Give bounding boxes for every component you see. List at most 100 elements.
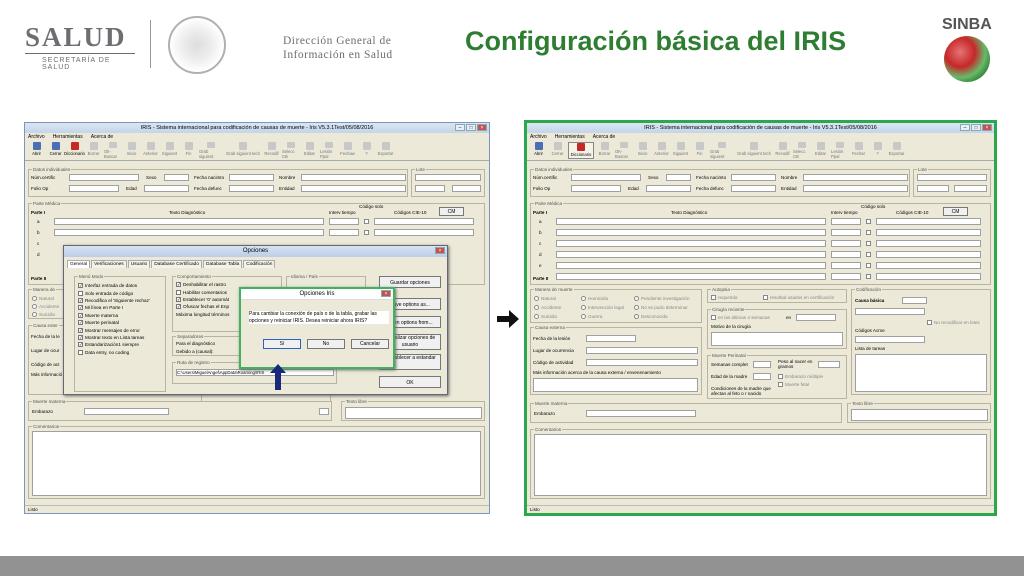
embarazo-spin[interactable] bbox=[319, 408, 329, 415]
menu-herramientas-right[interactable]: Herramientas bbox=[555, 133, 585, 141]
tool-help-r[interactable]: ? bbox=[869, 142, 886, 159]
tool-abrir[interactable]: Abrir bbox=[28, 142, 45, 159]
tool-grab-siguiente[interactable]: Grab siguient bbox=[199, 142, 223, 159]
maximize-button[interactable]: □ bbox=[466, 124, 476, 131]
tool-abrir-r[interactable]: Abrir bbox=[530, 142, 547, 159]
cm-button-r[interactable]: CM bbox=[943, 207, 968, 216]
comp-item-0[interactable]: ✓ Deshabilitar el rastro bbox=[176, 281, 229, 288]
menu-acerca[interactable]: Acerca de bbox=[91, 133, 114, 141]
cie-p2-r[interactable] bbox=[876, 273, 981, 280]
lista-tareas-field-r[interactable] bbox=[855, 354, 987, 392]
cirugia-check-r[interactable] bbox=[711, 315, 716, 320]
num-cert-field-r[interactable] bbox=[571, 174, 641, 181]
radio-accidente[interactable] bbox=[32, 304, 37, 309]
tool-recodif[interactable]: Recodif bbox=[263, 142, 280, 159]
modo-item-9[interactable]: Data entry, no coding bbox=[78, 349, 150, 356]
diag-b-field-r[interactable] bbox=[556, 229, 826, 236]
diag-d-field-r[interactable] bbox=[556, 251, 826, 258]
edad-field-r[interactable] bbox=[646, 185, 691, 192]
lote-field-2-r[interactable] bbox=[917, 185, 949, 192]
lote-field-r[interactable] bbox=[917, 174, 987, 181]
edad-field[interactable] bbox=[144, 185, 189, 192]
resultado-check-r[interactable] bbox=[763, 295, 768, 300]
cie-a-field[interactable] bbox=[374, 218, 474, 225]
modo-item-2[interactable]: ✓ Recodifica el 'Siguiente rechaz' bbox=[78, 297, 150, 304]
tab-codificacion[interactable]: Codificación bbox=[243, 260, 276, 268]
codigo-solo-c-r[interactable] bbox=[866, 241, 871, 246]
embarazo-select-r[interactable] bbox=[586, 410, 696, 417]
diag-c-field-r[interactable] bbox=[556, 240, 826, 247]
tool-fin-r[interactable]: Fin bbox=[691, 142, 708, 159]
sexo-field[interactable] bbox=[164, 174, 189, 181]
embarazo-mult-check-r[interactable] bbox=[778, 374, 783, 379]
tool-cerrar[interactable]: Cerrar bbox=[47, 142, 64, 159]
radio-suicidio[interactable] bbox=[32, 312, 37, 317]
maximize-button-right[interactable]: □ bbox=[971, 124, 981, 131]
tool-grab-tech[interactable]: Grab siguient tech bbox=[225, 142, 261, 159]
lugar-select-r[interactable] bbox=[586, 347, 698, 354]
close-button-right[interactable]: × bbox=[982, 124, 992, 131]
confirm-close-button[interactable]: × bbox=[381, 290, 391, 297]
tool-siguiente-r[interactable]: Siguient bbox=[672, 142, 689, 159]
edad-madre-field-r[interactable] bbox=[753, 373, 771, 380]
interv-e-r[interactable] bbox=[831, 262, 861, 269]
embarazo-select[interactable] bbox=[84, 408, 169, 415]
codigo-solo-d-r[interactable] bbox=[866, 252, 871, 257]
tool-fechar[interactable]: Fechaw bbox=[339, 142, 356, 159]
interv-p2-r[interactable] bbox=[831, 273, 861, 280]
si-button[interactable]: Sí bbox=[263, 339, 301, 349]
tool-recodif-r[interactable]: Recodif bbox=[774, 142, 791, 159]
comp-item-3[interactable]: ✓ Ofuscar fechas el Enp bbox=[176, 303, 229, 310]
diag-parte2-field-r[interactable] bbox=[556, 273, 826, 280]
modo-item-7[interactable]: ✓ Mostrar texto en Lista tareas bbox=[78, 334, 150, 341]
tool-borrar-r[interactable]: Borrar bbox=[596, 142, 613, 159]
tool-diccionario[interactable]: Diccionario bbox=[64, 142, 85, 159]
tool-anterior-r[interactable]: Anterior bbox=[653, 142, 670, 159]
tool-inicio[interactable]: Inicio bbox=[123, 142, 140, 159]
comentarios-field[interactable] bbox=[32, 431, 481, 496]
radio-homicidio-r[interactable] bbox=[581, 296, 586, 301]
motivo-field-r[interactable] bbox=[711, 332, 843, 346]
tool-exportar-r[interactable]: Exportar bbox=[888, 142, 905, 159]
codigo-solo-p2-r[interactable] bbox=[866, 274, 871, 279]
causa-basica-desc-r[interactable] bbox=[855, 308, 925, 315]
comentarios-field-r[interactable] bbox=[534, 434, 987, 496]
fecha-nac-field-r[interactable] bbox=[731, 174, 776, 181]
tool-editar-r[interactable]: Editar bbox=[812, 142, 829, 159]
radio-pendiente-r[interactable] bbox=[634, 296, 639, 301]
sexo-field-r[interactable] bbox=[666, 174, 691, 181]
menu-herramientas[interactable]: Herramientas bbox=[53, 133, 83, 141]
modo-item-0[interactable]: ✓ Interfaz entrada de datos bbox=[78, 282, 150, 289]
codigo-solo-e-r[interactable] bbox=[866, 263, 871, 268]
tab-db-certificado[interactable]: Database Certificado bbox=[151, 260, 203, 268]
radio-natural[interactable] bbox=[32, 296, 37, 301]
minimize-button[interactable]: – bbox=[455, 124, 465, 131]
modo-item-1[interactable]: Solo entrada de código bbox=[78, 289, 150, 296]
modo-item-6[interactable]: ✓ Mostrar mensajes de error bbox=[78, 326, 150, 333]
diag-b-field[interactable] bbox=[54, 229, 324, 236]
peso-field-r[interactable] bbox=[818, 361, 840, 368]
comp-item-1[interactable]: Habilitar comentarios bbox=[176, 288, 229, 295]
lote-field-3-r[interactable] bbox=[954, 185, 987, 192]
fecha-def-field-r[interactable] bbox=[731, 185, 776, 192]
codigo-solo-a-r[interactable] bbox=[866, 219, 871, 224]
minimize-button-right[interactable]: – bbox=[960, 124, 970, 131]
codigo-solo-b[interactable] bbox=[364, 230, 369, 235]
fecha-def-field[interactable] bbox=[229, 185, 274, 192]
modo-item-4[interactable]: ✓ Muerte materna bbox=[78, 312, 150, 319]
modo-item-5[interactable]: ✓ Muerte perinatal bbox=[78, 319, 150, 326]
tab-usuario[interactable]: Usuario bbox=[127, 260, 151, 268]
tool-lesion[interactable]: Lesión Ppal bbox=[320, 142, 337, 159]
modo-item-3[interactable]: ✓ Mi línea en Parte I bbox=[78, 304, 150, 311]
cie-e-r[interactable] bbox=[876, 262, 981, 269]
lote-field-2[interactable] bbox=[415, 185, 445, 192]
no-button[interactable]: No bbox=[307, 339, 345, 349]
nombre-field[interactable] bbox=[301, 174, 406, 181]
diag-a-field-r[interactable] bbox=[556, 218, 826, 225]
tool-fin[interactable]: Fin bbox=[180, 142, 197, 159]
diag-a-field[interactable] bbox=[54, 218, 324, 225]
interv-b-r[interactable] bbox=[831, 229, 861, 236]
codigos-acme-field-r[interactable] bbox=[855, 336, 925, 343]
ruta-field[interactable]: C:\Users\MiguelAngel\AppData\Roaming\IRI… bbox=[176, 369, 334, 376]
tool-exportar[interactable]: Exportar bbox=[377, 142, 394, 159]
